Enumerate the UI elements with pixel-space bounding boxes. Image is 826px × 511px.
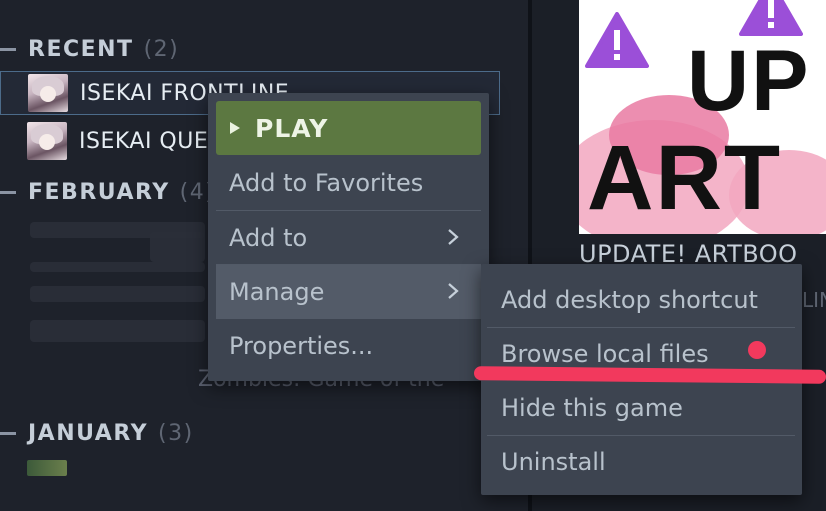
submenu-item-label: Hide this game — [501, 394, 683, 422]
chevron-right-icon — [448, 229, 459, 245]
menu-item-label: Add to Favorites — [229, 169, 424, 197]
menu-item-add-to-favorites[interactable]: Add to Favorites — [216, 156, 481, 210]
submenu-item-label: Browse local files — [501, 340, 709, 368]
menu-item-label: Manage — [229, 278, 325, 306]
collapse-dash-icon — [0, 47, 16, 51]
chevron-right-icon — [448, 283, 459, 299]
section-title: FEBRUARY — [28, 179, 170, 205]
redacted-row — [30, 262, 205, 272]
submenu-item-hide-this-game[interactable]: Hide this game — [487, 381, 795, 435]
collapse-dash-icon — [0, 431, 16, 435]
section-header-february[interactable]: FEBRUARY (4) — [0, 177, 215, 207]
game-thumbnail — [27, 122, 67, 160]
submenu-item-uninstall[interactable]: Uninstall — [487, 435, 795, 489]
section-title: JANUARY — [28, 420, 149, 446]
redacted-row — [30, 320, 205, 342]
game-thumbnail — [28, 74, 68, 112]
menu-item-add-to[interactable]: Add to — [216, 211, 481, 265]
artwork-text-bottom: ART — [587, 127, 783, 229]
submenu-item-label: Uninstall — [501, 448, 606, 476]
play-label: PLAY — [255, 113, 329, 143]
redacted-row — [150, 232, 205, 262]
menu-item-label: Add to — [229, 224, 308, 252]
warning-icon — [739, 0, 803, 36]
collapse-dash-icon — [0, 190, 16, 194]
section-header-recent[interactable]: RECENT (2) — [0, 34, 179, 64]
section-count: (3) — [158, 420, 194, 446]
news-artwork[interactable]: UP ART — [579, 0, 826, 234]
game-context-menu: PLAY Add to Favorites Add to Manage Prop… — [208, 93, 489, 381]
game-name: ISEKAI QUE — [79, 128, 209, 154]
warning-icon — [585, 12, 649, 68]
menu-item-manage[interactable]: Manage — [216, 265, 481, 319]
section-count: (2) — [143, 36, 180, 62]
annotation-dot — [748, 341, 766, 359]
submenu-item-add-desktop-shortcut[interactable]: Add desktop shortcut — [487, 273, 795, 327]
play-icon — [230, 122, 240, 134]
section-title: RECENT — [28, 36, 134, 62]
game-thumbnail — [27, 460, 67, 476]
play-button[interactable]: PLAY — [216, 101, 481, 155]
news-subtitle: LIN — [802, 288, 826, 312]
menu-item-label: Properties... — [229, 332, 374, 360]
section-header-january[interactable]: JANUARY (3) — [0, 418, 194, 448]
menu-item-properties[interactable]: Properties... — [216, 319, 481, 373]
submenu-item-label: Add desktop shortcut — [501, 286, 758, 314]
redacted-row — [30, 286, 205, 302]
artwork-text-top: UP — [687, 33, 811, 129]
